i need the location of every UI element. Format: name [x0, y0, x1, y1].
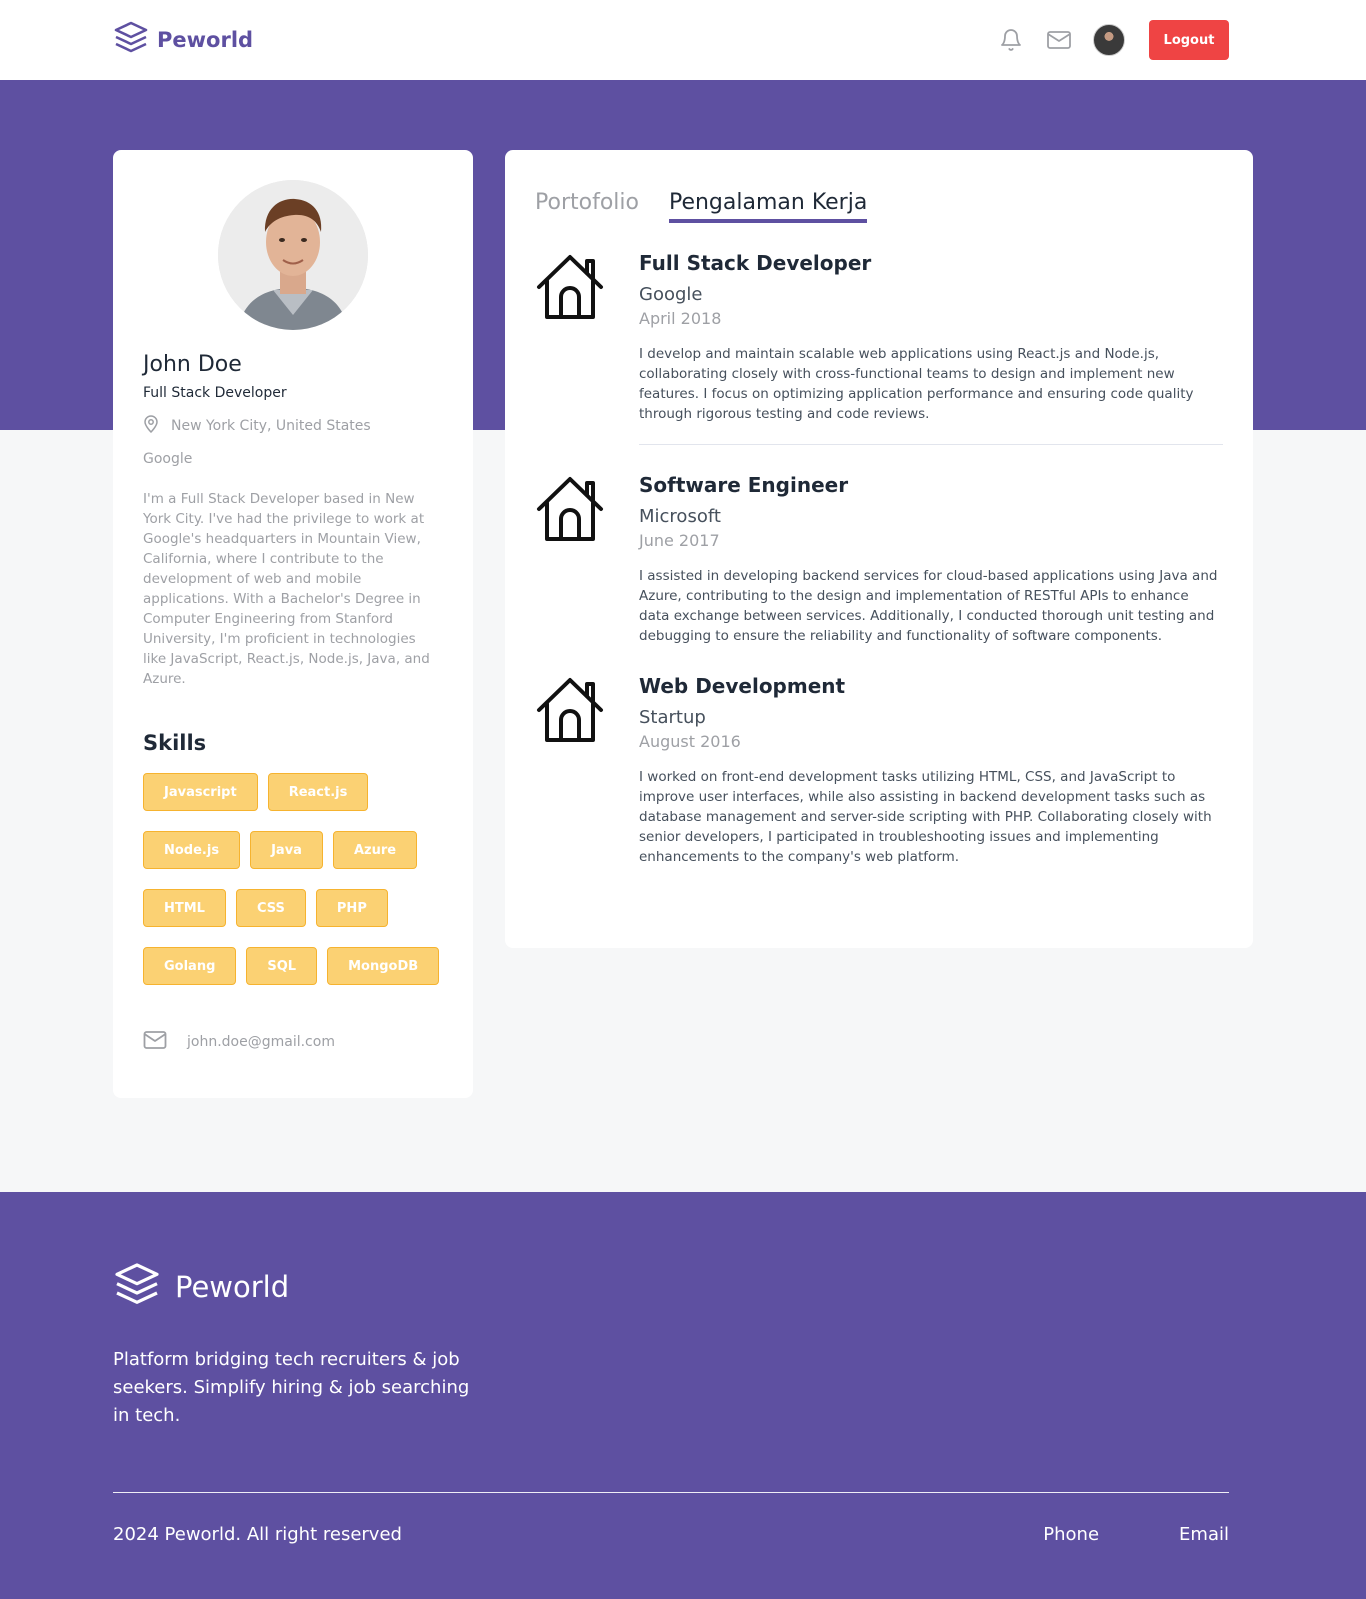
skill-badge: Golang — [143, 947, 237, 985]
skill-badge: Node.js — [143, 831, 241, 869]
skill-badge: HTML — [143, 889, 226, 927]
skill-badge: MongoDB — [327, 947, 440, 985]
experience-title: Software Engineer — [639, 473, 849, 497]
experience-details: Software Engineer Microsoft June 2017 I … — [639, 473, 1223, 646]
skill-badge: Javascript — [143, 773, 258, 811]
footer: Peworld Platform bridging tech recruiter… — [0, 1192, 1366, 1599]
user-avatar[interactable] — [1093, 24, 1125, 56]
profile-bio: I'm a Full Stack Developer based in New … — [143, 491, 430, 687]
experience-item: Full Stack Developer Google April 2018 I… — [535, 251, 1223, 445]
experience-company: Google — [639, 284, 703, 305]
skills-list: Javascript React.js Node.js Java Azure H… — [143, 773, 443, 985]
footer-link-email[interactable]: Email — [1179, 1524, 1229, 1545]
experience-card: Portofolio Pengalaman Kerja Full Stack D… — [505, 150, 1253, 948]
footer-link-phone[interactable]: Phone — [1043, 1524, 1099, 1545]
house-icon — [535, 473, 605, 543]
tab-experience[interactable]: Pengalaman Kerja — [668, 190, 868, 223]
nav-actions: Logout — [997, 20, 1229, 60]
experience-details: Web Development Startup August 2016 I wo… — [639, 674, 1223, 867]
profile-company: Google — [143, 451, 193, 467]
experience-date: August 2016 — [639, 732, 741, 751]
profile-role: Full Stack Developer — [143, 385, 287, 401]
mail-icon[interactable] — [1045, 26, 1073, 54]
profile-tabs: Portofolio Pengalaman Kerja — [535, 190, 1223, 223]
experience-company: Microsoft — [639, 506, 721, 527]
skills-title: Skills — [143, 731, 207, 755]
experience-item: Web Development Startup August 2016 I wo… — [535, 674, 1223, 867]
skill-badge: React.js — [267, 773, 369, 811]
location-text: New York City, United States — [171, 418, 371, 434]
profile-card: John Doe Full Stack Developer New York C… — [113, 150, 473, 1098]
footer-divider — [113, 1492, 1229, 1493]
layers-icon — [113, 1262, 161, 1312]
experience-company: Startup — [639, 707, 706, 728]
bell-icon[interactable] — [997, 26, 1025, 54]
email-text[interactable]: john.doe@gmail.com — [187, 1034, 335, 1050]
map-pin-icon — [143, 415, 159, 437]
experience-title: Web Development — [639, 674, 846, 698]
profile-email[interactable]: john.doe@gmail.com — [143, 1030, 335, 1054]
layers-icon — [113, 21, 149, 59]
house-icon — [535, 674, 605, 744]
copyright: 2024 Peworld. All right reserved — [113, 1524, 402, 1545]
skill-badge: Azure — [332, 831, 418, 869]
profile-location: New York City, United States — [143, 415, 443, 437]
experience-title: Full Stack Developer — [639, 251, 872, 275]
experience-description: I develop and maintain scalable web appl… — [639, 346, 1194, 422]
footer-brand[interactable]: Peworld — [113, 1262, 1229, 1312]
skill-badge: PHP — [315, 889, 388, 927]
experience-description: I assisted in developing backend service… — [639, 568, 1218, 644]
navbar: Peworld Logout — [0, 0, 1366, 80]
experience-item: Software Engineer Microsoft June 2017 I … — [535, 473, 1223, 646]
footer-tagline: Platform bridging tech recruiters & job … — [113, 1349, 470, 1426]
brand-name: Peworld — [157, 28, 254, 52]
footer-brand-name: Peworld — [175, 1270, 290, 1304]
skill-badge: CSS — [235, 889, 306, 927]
footer-bottom: 2024 Peworld. All right reserved Phone E… — [113, 1524, 1229, 1545]
profile-page: John Doe Full Stack Developer New York C… — [0, 80, 1366, 1192]
logout-button[interactable]: Logout — [1149, 20, 1229, 60]
mail-icon — [143, 1030, 167, 1054]
profile-name: John Doe — [143, 352, 242, 377]
tab-portfolio[interactable]: Portofolio — [535, 190, 639, 223]
experience-date: June 2017 — [639, 531, 720, 550]
experience-description: I worked on front-end development tasks … — [639, 769, 1212, 865]
house-icon — [535, 251, 605, 321]
skill-badge: SQL — [246, 947, 318, 985]
skill-badge: Java — [250, 831, 323, 869]
brand-logo[interactable]: Peworld — [113, 21, 253, 59]
experience-details: Full Stack Developer Google April 2018 I… — [639, 251, 1223, 445]
experience-date: April 2018 — [639, 309, 722, 328]
footer-links: Phone Email — [1043, 1524, 1229, 1545]
profile-photo — [218, 180, 368, 330]
